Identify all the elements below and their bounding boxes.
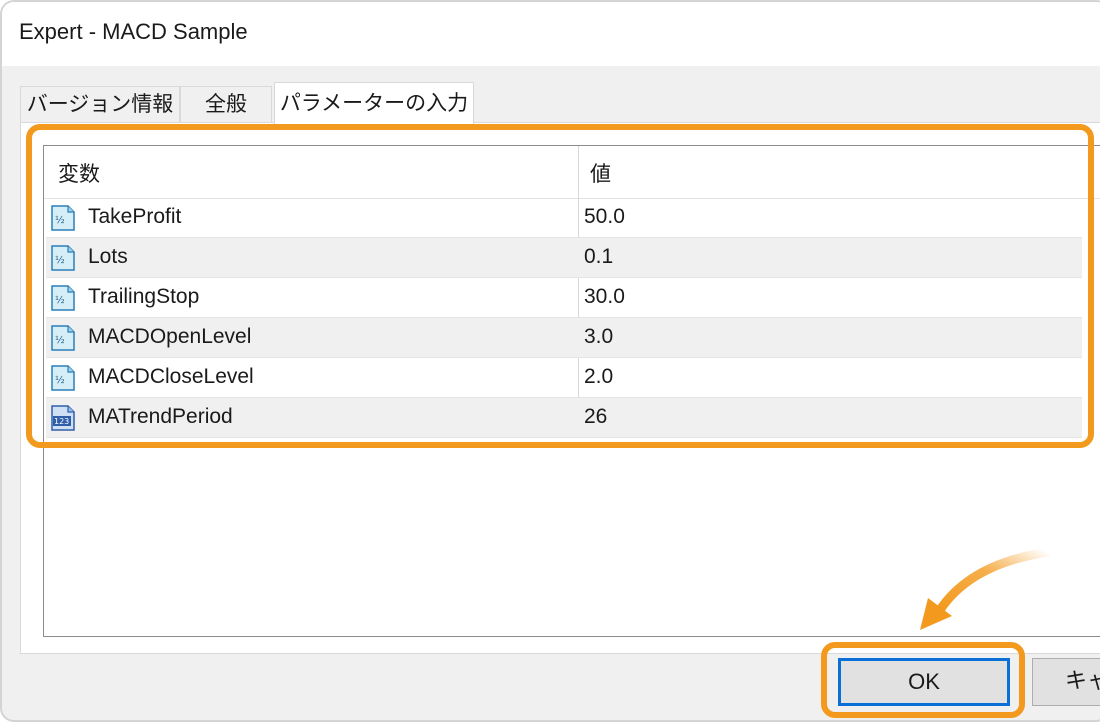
column-header-variable[interactable]: 変数 xyxy=(58,158,100,188)
fraction-variable-icon: ½ xyxy=(51,325,75,351)
tab-label: パラメーターの入力 xyxy=(279,91,469,115)
svg-text:123: 123 xyxy=(54,417,69,426)
variable-value[interactable]: 2.0 xyxy=(584,365,613,389)
variable-name: MACDOpenLevel xyxy=(88,325,252,348)
svg-text:½: ½ xyxy=(55,334,65,346)
tab-label: バージョン情報 xyxy=(26,92,174,116)
table-row[interactable]: 123 MATrendPeriod 26 xyxy=(46,398,1082,438)
svg-text:½: ½ xyxy=(55,294,65,306)
svg-text:½: ½ xyxy=(55,374,65,386)
svg-text:½: ½ xyxy=(55,214,65,226)
variable-value[interactable]: 26 xyxy=(584,405,607,429)
fraction-variable-icon: ½ xyxy=(51,285,75,311)
tab-input-parameters[interactable]: パラメーターの入力 xyxy=(274,82,474,124)
window-title: Expert - MACD Sample xyxy=(19,19,248,44)
tab-version-info[interactable]: バージョン情報 xyxy=(20,86,180,122)
variable-value[interactable]: 3.0 xyxy=(584,325,613,349)
list-header: 変数 値 xyxy=(44,146,1100,199)
fraction-variable-icon: ½ xyxy=(51,365,75,391)
cancel-button[interactable]: キャ xyxy=(1032,658,1100,706)
title-bar[interactable]: Expert - MACD Sample xyxy=(2,2,1100,66)
svg-text:½: ½ xyxy=(55,254,65,266)
tab-label: 全般 xyxy=(205,92,247,116)
variable-name: TakeProfit xyxy=(88,205,182,228)
variable-name: MACDCloseLevel xyxy=(88,365,254,388)
variable-name: Lots xyxy=(88,245,128,268)
fraction-variable-icon: ½ xyxy=(51,205,75,231)
table-row[interactable]: ½ MACDCloseLevel 2.0 xyxy=(46,358,1082,398)
column-header-value[interactable]: 値 xyxy=(590,158,611,188)
tab-general[interactable]: 全般 xyxy=(180,86,272,122)
table-row[interactable]: ½ MACDOpenLevel 3.0 xyxy=(46,318,1082,358)
table-row[interactable]: ½ Lots 0.1 xyxy=(46,238,1082,278)
ok-button[interactable]: OK xyxy=(838,658,1010,706)
variable-name: MATrendPeriod xyxy=(88,405,233,428)
pointer-arrow-icon xyxy=(920,547,1053,630)
variable-value[interactable]: 50.0 xyxy=(584,205,625,229)
table-row[interactable]: ½ TakeProfit 50.0 xyxy=(46,198,1082,238)
fraction-variable-icon: ½ xyxy=(51,245,75,271)
variable-value[interactable]: 30.0 xyxy=(584,285,625,309)
integer-variable-icon: 123 xyxy=(51,405,75,431)
variable-name: TrailingStop xyxy=(88,285,200,308)
variable-value[interactable]: 0.1 xyxy=(584,245,613,269)
table-row[interactable]: ½ TrailingStop 30.0 xyxy=(46,278,1082,318)
